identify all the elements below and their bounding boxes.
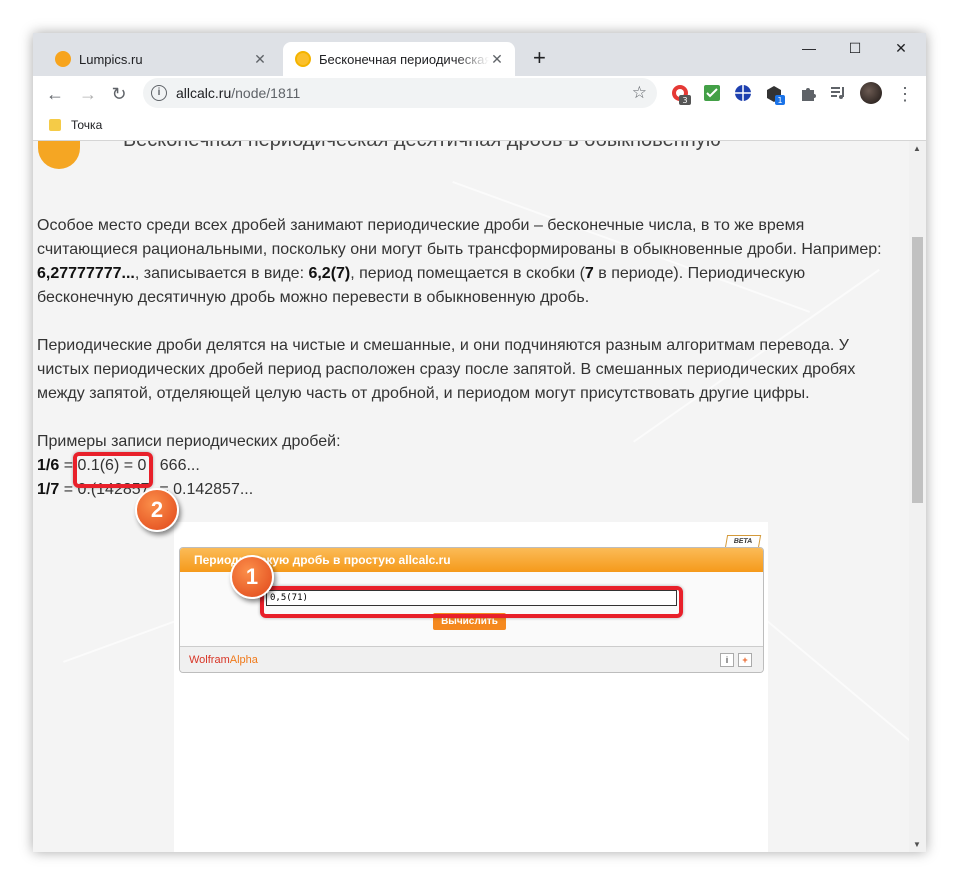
close-tab-icon[interactable]: ✕	[252, 51, 268, 67]
page-scrollbar[interactable]: ▲ ▼	[909, 141, 926, 852]
types-paragraph: Периодические дроби делятся на чистые и …	[37, 337, 856, 402]
examples-title: Примеры записи периодических дробей:	[37, 433, 341, 450]
lumpics-favicon-icon	[55, 51, 71, 67]
tab-title: Бесконечная периодическая де	[319, 51, 489, 67]
url-text[interactable]: allcalc.ru/node/1811	[176, 85, 300, 101]
page-title: Бесконечная периодическая десятичная дро…	[123, 141, 721, 152]
maximize-icon[interactable]: ☐	[832, 33, 878, 65]
svg-text:3: 3	[682, 96, 687, 105]
wolfram-alpha-logo[interactable]: WolframAlpha	[189, 654, 258, 666]
browser-window: Lumpics.ru ✕ Бесконечная периодическая д…	[33, 33, 926, 852]
scroll-up-icon[interactable]: ▲	[913, 144, 921, 153]
tab-lumpics[interactable]: Lumpics.ru ✕	[43, 42, 278, 76]
intro-paragraph: Особое место среди всех дробей занимают …	[37, 217, 882, 306]
page-content: Бесконечная периодическая десятичная дро…	[33, 141, 909, 852]
site-info-icon[interactable]: i	[151, 85, 167, 101]
menu-kebab-icon[interactable]: ⋮	[893, 82, 917, 106]
tab-title: Lumpics.ru	[79, 51, 143, 67]
media-playlist-icon[interactable]	[829, 84, 849, 104]
close-window-icon[interactable]: ✕	[878, 33, 924, 65]
highlight-input-callout	[260, 586, 683, 618]
scrollbar-thumb[interactable]	[912, 237, 923, 503]
vpn-globe-extension-icon[interactable]	[734, 84, 754, 104]
address-bar[interactable]: i allcalc.ru/node/1811 ☆	[143, 78, 657, 108]
bookmarks-bar: Точка	[33, 112, 926, 141]
profile-avatar[interactable]	[860, 82, 882, 104]
tab-allcalc[interactable]: Бесконечная периодическая де ✕	[283, 42, 515, 76]
bookmark-star-icon[interactable]: ☆	[632, 83, 647, 103]
example-1-6: 1/6 = 0.1(6) = 0.1666...	[37, 457, 200, 474]
cube-extension-icon[interactable]: 1	[765, 84, 785, 105]
site-logo[interactable]	[38, 141, 80, 169]
widget-footer: WolframAlpha i +	[180, 646, 763, 672]
highlight-example-callout	[73, 452, 153, 488]
bookmark-tochka[interactable]: Точка	[71, 118, 102, 132]
minimize-icon[interactable]: —	[786, 33, 832, 65]
toolbar: ← → ↻ i allcalc.ru/node/1811 ☆ 3 1 ⋮	[33, 76, 926, 112]
allcalc-favicon-icon	[295, 51, 311, 67]
folder-icon	[49, 119, 61, 131]
back-icon[interactable]: ←	[43, 82, 67, 106]
opera-vpn-extension-icon[interactable]: 3	[671, 84, 691, 105]
scroll-down-icon[interactable]: ▼	[913, 840, 921, 849]
reload-icon[interactable]: ↻	[107, 82, 131, 106]
forward-icon[interactable]: →	[76, 82, 100, 106]
new-tab-icon[interactable]: +	[533, 47, 546, 69]
step-badge-2: 2	[135, 488, 179, 532]
info-icon[interactable]: i	[720, 653, 734, 667]
add-widget-icon[interactable]: +	[738, 653, 752, 667]
close-tab-icon[interactable]: ✕	[489, 51, 505, 67]
puzzle-extensions-icon[interactable]	[799, 84, 819, 104]
svg-text:1: 1	[777, 96, 782, 105]
checkmark-extension-icon[interactable]	[703, 84, 723, 104]
tab-strip: Lumpics.ru ✕ Бесконечная периодическая д…	[33, 33, 926, 76]
step-badge-1: 1	[230, 555, 274, 599]
